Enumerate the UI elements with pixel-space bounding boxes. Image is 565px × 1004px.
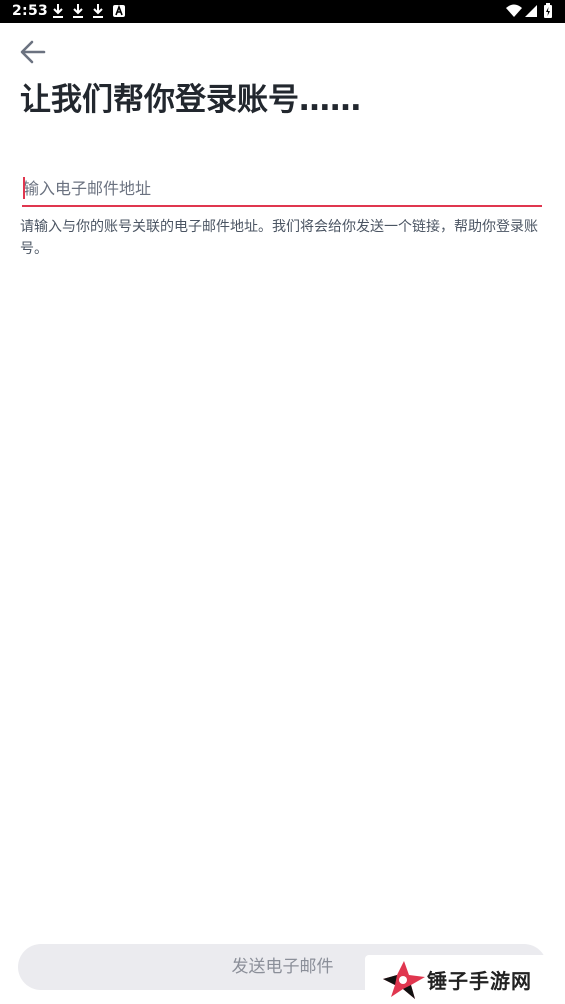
email-input[interactable] bbox=[22, 171, 543, 205]
status-bar: 2:53 bbox=[0, 0, 565, 23]
email-field[interactable] bbox=[22, 171, 543, 207]
watermark: 锤子手游网 bbox=[365, 955, 565, 1004]
text-cursor bbox=[23, 177, 25, 199]
status-time: 2:53 bbox=[12, 3, 49, 19]
wifi-icon bbox=[506, 3, 522, 19]
battery-icon bbox=[543, 3, 559, 19]
watermark-text: 锤子手游网 bbox=[427, 969, 532, 993]
page-title: 让我们帮你登录账号…… bbox=[20, 82, 361, 118]
download-icon bbox=[51, 3, 67, 19]
signal-icon bbox=[524, 3, 540, 19]
helper-text: 请输入与你的账号关联的电子邮件地址。我们将会给你发送一个链接，帮助你登录账号。 bbox=[20, 219, 538, 257]
font-icon bbox=[112, 3, 128, 19]
star-logo-icon bbox=[383, 961, 425, 999]
download-icon bbox=[91, 3, 107, 19]
arrow-left-icon bbox=[20, 40, 46, 64]
download-icon bbox=[71, 3, 87, 19]
back-button[interactable] bbox=[16, 36, 52, 70]
